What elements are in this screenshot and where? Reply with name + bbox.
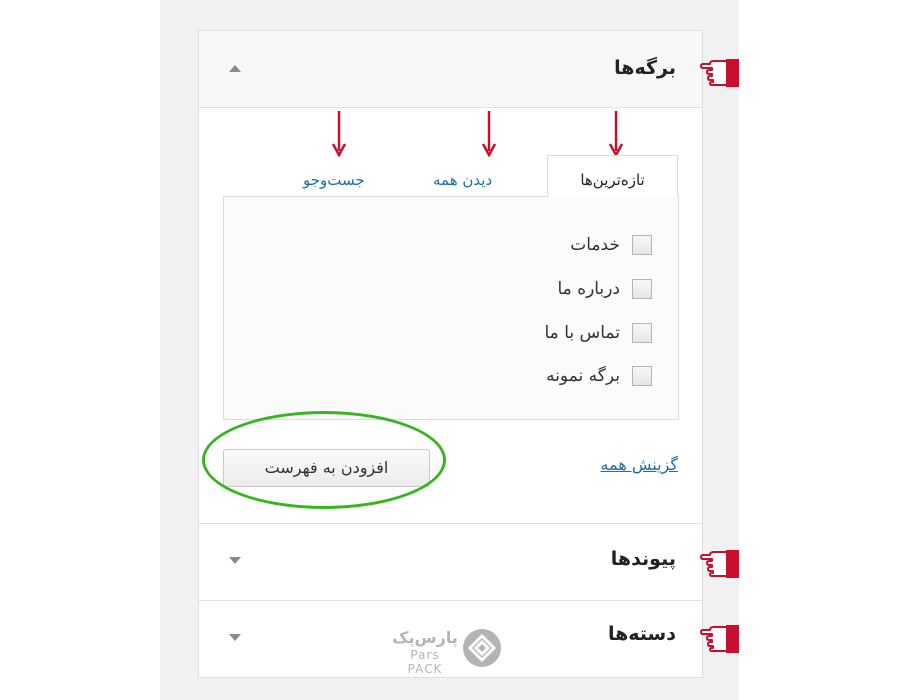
pages-list: خدمات درباره ما تماس با ما برگه نمونه bbox=[223, 196, 679, 420]
tab-most-recent[interactable]: تازه‌ترین‌ها bbox=[547, 155, 678, 197]
page-label: برگه نمونه bbox=[546, 366, 620, 386]
page-checkbox[interactable] bbox=[632, 366, 652, 386]
pages-panel-header[interactable]: برگه‌ها bbox=[199, 31, 739, 108]
page-checkbox[interactable] bbox=[632, 235, 652, 255]
tab-search[interactable]: جست‌وجو bbox=[303, 171, 365, 189]
page-label: تماس با ما bbox=[544, 323, 621, 343]
down-arrow-icon bbox=[332, 111, 346, 157]
pointing-hand-icon bbox=[700, 550, 739, 578]
add-to-menu-button[interactable]: افزودن به فهرست bbox=[223, 449, 430, 487]
expand-arrow-icon[interactable] bbox=[229, 634, 241, 641]
tab-view-all[interactable]: دیدن همه bbox=[433, 171, 492, 189]
list-item[interactable]: درباره ما bbox=[557, 277, 652, 301]
page-checkbox[interactable] bbox=[632, 279, 652, 299]
pointing-hand-icon bbox=[700, 625, 739, 653]
pages-panel-title: برگه‌ها bbox=[614, 57, 676, 79]
expand-arrow-icon[interactable] bbox=[229, 557, 241, 564]
pointing-hand-icon bbox=[700, 59, 739, 87]
select-all-link[interactable]: گزینش همه bbox=[601, 455, 678, 474]
categories-panel-title: دسته‌ها bbox=[607, 623, 676, 645]
page-label: خدمات bbox=[570, 235, 620, 255]
parspack-logo-icon bbox=[463, 629, 501, 667]
watermark-en: Pars PACK bbox=[407, 648, 443, 676]
down-arrow-icon bbox=[609, 111, 623, 157]
page-checkbox[interactable] bbox=[632, 323, 652, 343]
list-item[interactable]: خدمات bbox=[570, 233, 652, 257]
parspack-watermark: پارس‌پک Pars PACK bbox=[392, 628, 504, 676]
down-arrow-icon bbox=[482, 111, 496, 157]
watermark-fa: پارس‌پک bbox=[392, 628, 458, 647]
page-label: درباره ما bbox=[557, 279, 621, 299]
links-panel-title: پیوندها bbox=[610, 548, 676, 570]
collapse-arrow-icon[interactable] bbox=[229, 65, 241, 72]
list-item[interactable]: تماس با ما bbox=[544, 321, 652, 345]
links-panel[interactable]: پیوندها bbox=[198, 524, 739, 601]
list-item[interactable]: برگه نمونه bbox=[546, 364, 652, 388]
pages-panel: برگه‌ها تازه‌ترین‌ها دیدن همه جست‌وجو خد… bbox=[198, 30, 739, 524]
